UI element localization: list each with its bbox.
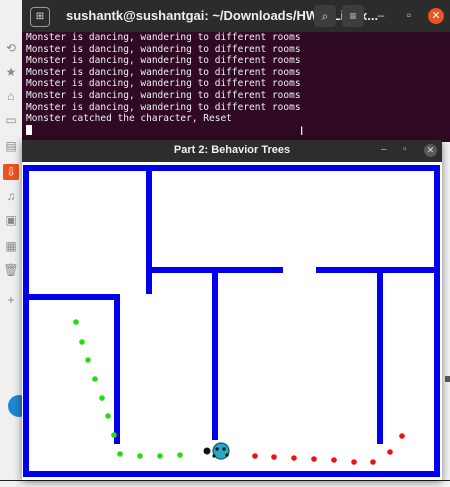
wall: [114, 294, 120, 444]
terminal-line: Monster catched the character, Reset: [26, 113, 232, 125]
bt-titlebar: Part 2: Behavior Trees – ▫ ✕: [22, 140, 442, 162]
behavior-tree-window: Part 2: Behavior Trees – ▫ ✕: [22, 140, 442, 480]
close-icon[interactable]: ✕: [424, 144, 437, 157]
recent-icon[interactable]: ⟲: [3, 40, 19, 56]
wall: [377, 270, 383, 444]
mouse-ibeam-cursor: I: [300, 124, 304, 138]
terminal-line: Monster is dancing, wandering to differe…: [26, 78, 301, 90]
hamburger-icon[interactable]: ≡: [342, 5, 364, 27]
terminal-line: Monster is dancing, wandering to differe…: [26, 101, 301, 113]
home-icon[interactable]: ⌂: [3, 88, 19, 104]
music-icon[interactable]: ♫: [3, 188, 19, 204]
minimize-icon[interactable]: –: [381, 144, 387, 155]
minimize-icon[interactable]: –: [374, 8, 388, 22]
terminal-line: Monster is dancing, wandering to differe…: [26, 32, 301, 43]
wall: [26, 294, 120, 300]
downloads-icon[interactable]: ⇩: [3, 164, 19, 180]
maximize-icon[interactable]: ▫: [403, 144, 407, 155]
wall: [146, 168, 152, 294]
bottom-divider: [0, 480, 450, 481]
monster-sprite: [203, 442, 230, 460]
maze-svg: [23, 165, 440, 477]
terminal-line: Monster is dancing, wandering to differe…: [26, 55, 301, 67]
terminal-line: Monster is dancing, wandering to differe…: [26, 43, 301, 55]
terminal-window: ⊞ sushantk@sushantgai: ~/Downloads/HW4_L…: [22, 0, 450, 142]
application-dock: ⟲ ★ ⌂ ▭ ▤ ⇩ ♫ ▣ ▦ 🗑 +: [0, 0, 30, 487]
terminal-output[interactable]: Monster is dancing, wandering to differe…: [26, 32, 442, 138]
maximize-icon[interactable]: ▫: [402, 8, 416, 22]
pictures-icon[interactable]: ▣: [3, 212, 19, 228]
window-edge-handle: [445, 376, 450, 382]
documents-icon[interactable]: ▤: [3, 138, 19, 154]
close-icon[interactable]: ✕: [428, 8, 444, 24]
green-trail: [73, 319, 183, 459]
bt-window-title: Part 2: Behavior Trees: [173, 144, 291, 156]
trash-icon[interactable]: 🗑: [3, 262, 19, 278]
search-icon[interactable]: ⌕: [314, 5, 336, 27]
videos-icon[interactable]: ▦: [3, 238, 19, 254]
terminal-titlebar: ⊞ sushantk@sushantgai: ~/Downloads/HW4_L…: [22, 0, 450, 32]
terminal-line: Monster is dancing, wandering to differe…: [26, 89, 301, 101]
game-canvas[interactable]: [22, 162, 442, 480]
terminal-line: Monster is dancing, wandering to differe…: [26, 66, 301, 78]
starred-icon[interactable]: ★: [3, 64, 19, 80]
terminal-cursor: [26, 124, 32, 135]
wall: [316, 267, 434, 273]
outer-wall: [23, 165, 440, 477]
wall: [212, 270, 218, 440]
add-location-icon[interactable]: +: [3, 292, 19, 308]
plus-tab-icon[interactable]: ⊞: [30, 7, 50, 27]
desktop-icon[interactable]: ▭: [3, 112, 19, 128]
